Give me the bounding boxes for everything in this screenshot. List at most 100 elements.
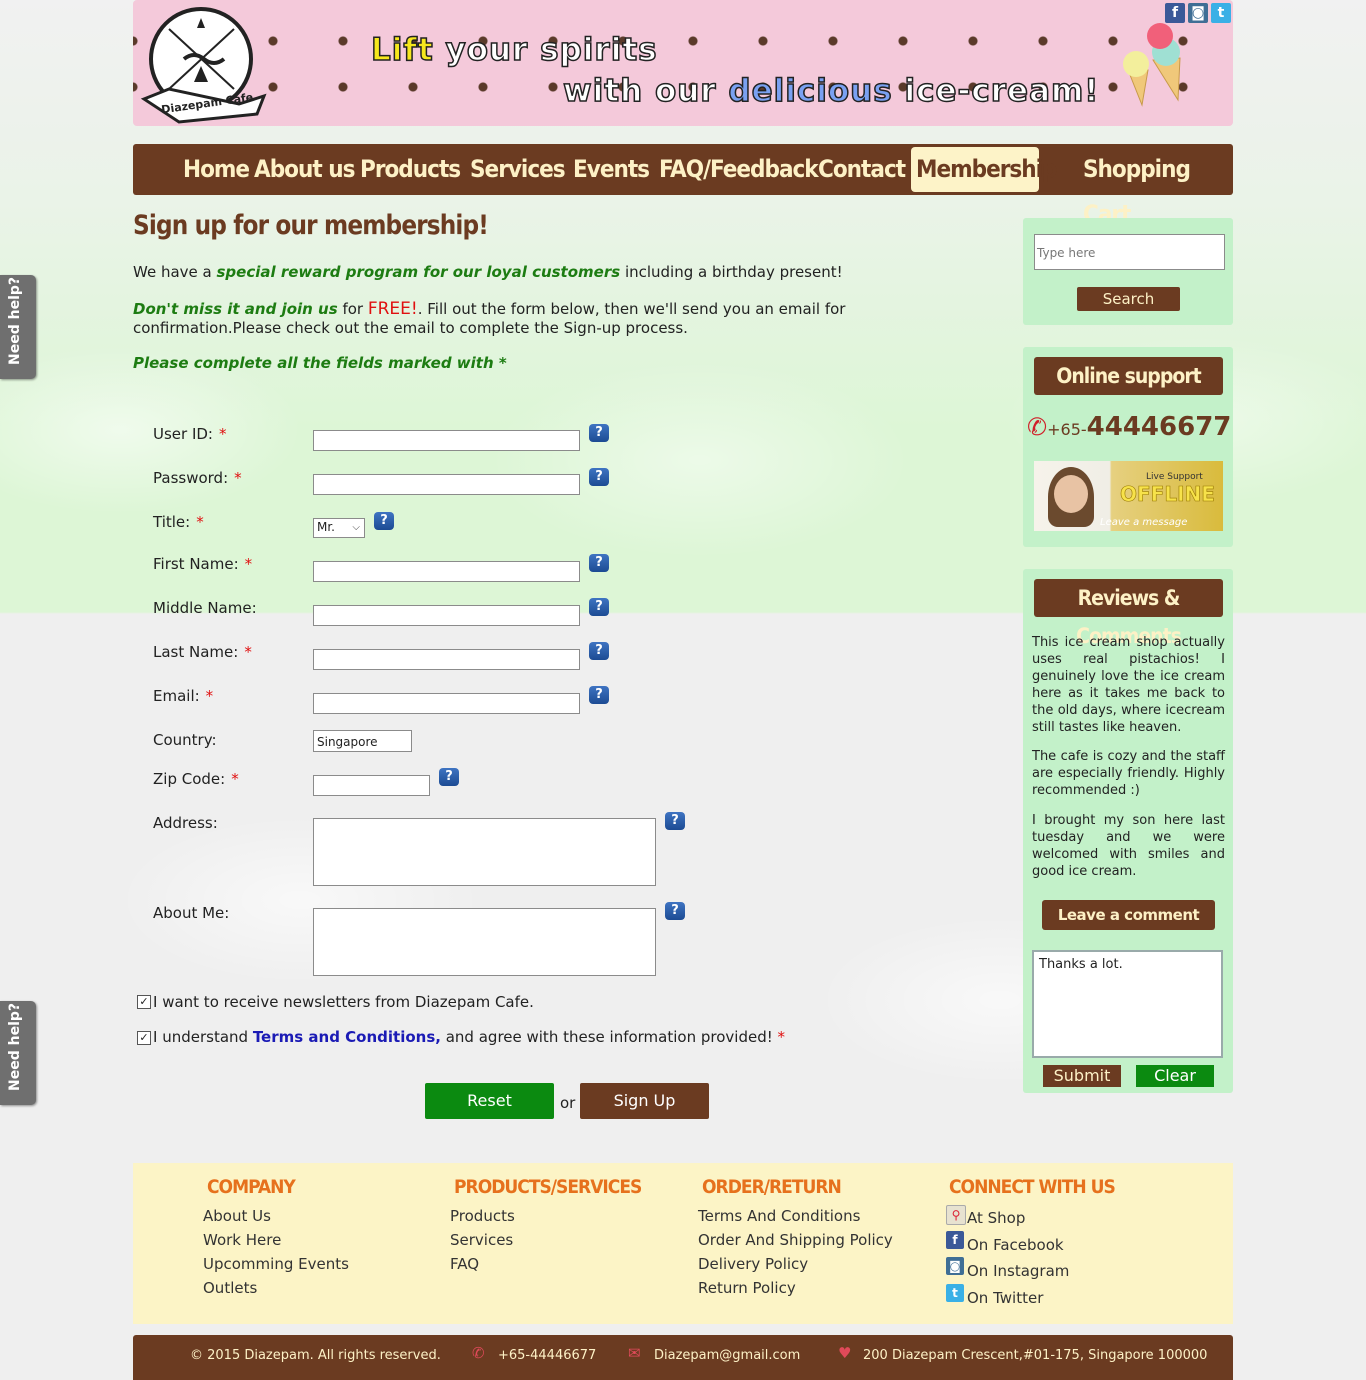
title-help-icon[interactable]: ?	[374, 512, 394, 530]
page-title: Sign up for our membership!	[133, 210, 489, 241]
need-help-tab[interactable]: Need help?	[0, 275, 36, 379]
zip-code-help-icon[interactable]: ?	[439, 768, 459, 786]
nav-events[interactable]: Events	[568, 147, 654, 192]
review-item: I brought my son here last tuesday and w…	[1032, 813, 1225, 879]
terms-link[interactable]: Terms and Conditions,	[253, 1028, 441, 1046]
comment-textarea[interactable]: Thanks a lot.	[1032, 950, 1223, 1058]
need-help-label: Need help?	[7, 1002, 23, 1091]
footer-heading-connect: CONNECT WITH US	[949, 1176, 1116, 1198]
middle-name-label: Middle Name:	[153, 599, 257, 617]
footer-connect-shop[interactable]: At Shop	[967, 1209, 1025, 1227]
twitter-icon: t	[946, 1284, 964, 1302]
footer-link[interactable]: Products	[450, 1207, 515, 1225]
phone-icon: ✆	[1027, 413, 1048, 441]
need-help-tab[interactable]: Need help?	[0, 1001, 36, 1105]
mail-icon: ✉	[628, 1344, 641, 1362]
search-button[interactable]: Search	[1077, 287, 1180, 311]
address-help-icon[interactable]: ?	[665, 812, 685, 830]
address-label: Address:	[153, 814, 218, 832]
header-banner: Diazepam Cafe Lift your spirits with our…	[133, 0, 1233, 126]
first-name-input[interactable]	[313, 561, 580, 582]
nav-home[interactable]: Home	[178, 147, 254, 192]
nav-contact[interactable]: Contact	[813, 147, 910, 192]
clear-comment-button[interactable]: Clear	[1136, 1065, 1214, 1087]
zip-code-label: Zip Code: *	[153, 770, 239, 788]
user-id-help-icon[interactable]: ?	[589, 424, 609, 442]
footer-heading-company: COMPANY	[207, 1176, 296, 1198]
footer-link[interactable]: Delivery Policy	[698, 1255, 808, 1273]
chevron-down-icon: ⌵	[352, 522, 360, 533]
address-textarea[interactable]	[313, 818, 656, 886]
live-support-small-text: Live Support	[1146, 472, 1203, 482]
sign-up-button[interactable]: Sign Up	[580, 1083, 709, 1119]
nav-shopping-cart[interactable]: Shopping Cart	[1078, 147, 1233, 228]
footer-link[interactable]: Work Here	[203, 1231, 281, 1249]
footer-link[interactable]: Upcomming Events	[203, 1255, 349, 1273]
email-input[interactable]	[313, 693, 580, 714]
middle-name-input[interactable]	[313, 605, 580, 626]
location-icon: ♥	[838, 1344, 852, 1362]
nav-about-us[interactable]: About us	[249, 147, 359, 192]
country-input[interactable]: Singapore	[313, 730, 412, 752]
email-label: Email: *	[153, 687, 214, 705]
main-nav: Home About us Products Services Events F…	[133, 144, 1233, 228]
newsletter-label: I want to receive newsletters from Diaze…	[153, 993, 534, 1011]
footer-email[interactable]: Diazepam@gmail.com	[654, 1348, 800, 1363]
last-name-input[interactable]	[313, 649, 580, 670]
support-agent-face	[1054, 475, 1088, 513]
review-item: This ice cream shop actually uses real p…	[1032, 635, 1225, 735]
footer-heading-order: ORDER/RETURN	[702, 1176, 842, 1198]
terms-label: I understand Terms and Conditions, and a…	[153, 1028, 786, 1046]
banner-tagline-line2: with our delicious ice-cream!	[562, 72, 1100, 110]
footer-address: 200 Diazepam Crescent,#01-175, Singapore…	[863, 1348, 1208, 1363]
user-id-input[interactable]	[313, 430, 580, 451]
password-help-icon[interactable]: ?	[589, 468, 609, 486]
footer-link[interactable]: Terms And Conditions	[698, 1207, 860, 1225]
intro-paragraph-2: Don't miss it and join us for FREE!. Fil…	[133, 299, 846, 338]
phone-icon: ✆	[472, 1344, 485, 1362]
zip-code-input[interactable]	[313, 775, 430, 796]
email-help-icon[interactable]: ?	[589, 686, 609, 704]
footer-connect-instagram[interactable]: On Instagram	[967, 1262, 1069, 1280]
submit-comment-button[interactable]: Submit	[1043, 1065, 1121, 1087]
password-input[interactable]	[313, 474, 580, 495]
twitter-icon[interactable]: t	[1211, 3, 1231, 23]
footer-link[interactable]: FAQ	[450, 1255, 479, 1273]
facebook-icon[interactable]: f	[1165, 3, 1185, 23]
last-name-help-icon[interactable]: ?	[589, 642, 609, 660]
nav-membership[interactable]: Membership	[911, 147, 1057, 192]
nav-services[interactable]: Services	[465, 147, 570, 192]
middle-name-help-icon[interactable]: ?	[589, 598, 609, 616]
title-select[interactable]: Mr. ⌵	[313, 518, 365, 538]
first-name-help-icon[interactable]: ?	[589, 554, 609, 572]
title-label: Title: *	[153, 513, 204, 531]
newsletter-checkbox[interactable]: ✓	[137, 995, 151, 1009]
footer-link[interactable]: About Us	[203, 1207, 271, 1225]
instagram-icon[interactable]: ◙	[1188, 3, 1208, 23]
nav-products[interactable]: Products	[355, 147, 465, 192]
footer-phone: +65-44446677	[498, 1348, 597, 1363]
reset-button[interactable]: Reset	[425, 1083, 554, 1119]
leave-message-text: Leave a message	[1100, 517, 1188, 528]
footer-link[interactable]: Services	[450, 1231, 513, 1249]
nav-faq-feedback[interactable]: FAQ/Feedback	[654, 147, 823, 192]
copyright-text: © 2015 Diazepam. All rights reserved.	[190, 1348, 441, 1363]
terms-checkbox[interactable]: ✓	[137, 1031, 151, 1045]
footer-link[interactable]: Return Policy	[698, 1279, 796, 1297]
ice-cream-icon	[1123, 23, 1181, 107]
first-name-label: First Name: *	[153, 555, 253, 573]
intro-paragraph-1: We have a special reward program for our…	[133, 263, 843, 281]
footer-connect-facebook[interactable]: On Facebook	[967, 1236, 1064, 1254]
required-note: Please complete all the fields marked wi…	[133, 354, 507, 372]
search-input[interactable]: Type here	[1034, 234, 1225, 270]
about-me-textarea[interactable]	[313, 908, 656, 976]
leave-comment-button[interactable]: Leave a comment	[1042, 900, 1215, 930]
user-id-label: User ID: *	[153, 425, 227, 443]
footer-link[interactable]: Outlets	[203, 1279, 257, 1297]
support-status-text: OFFLINE	[1120, 482, 1216, 507]
footer-link[interactable]: Order And Shipping Policy	[698, 1231, 893, 1249]
about-me-help-icon[interactable]: ?	[665, 902, 685, 920]
review-item: The cafe is cozy and the staff are espec…	[1032, 749, 1225, 798]
live-support-banner[interactable]: Live Support OFFLINE Leave a message	[1034, 461, 1223, 531]
footer-connect-twitter[interactable]: On Twitter	[967, 1289, 1043, 1307]
